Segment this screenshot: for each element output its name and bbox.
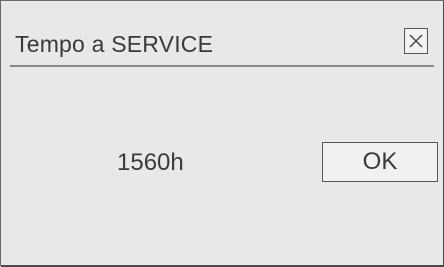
close-icon — [409, 34, 423, 48]
service-time-dialog: Tempo a SERVICE 1560h OK — [0, 0, 444, 267]
service-hours-value: 1560h — [117, 149, 184, 176]
title-divider — [10, 65, 434, 67]
dialog-title: Tempo a SERVICE — [15, 31, 214, 57]
ok-button[interactable]: OK — [322, 142, 438, 182]
close-button[interactable] — [404, 28, 428, 54]
